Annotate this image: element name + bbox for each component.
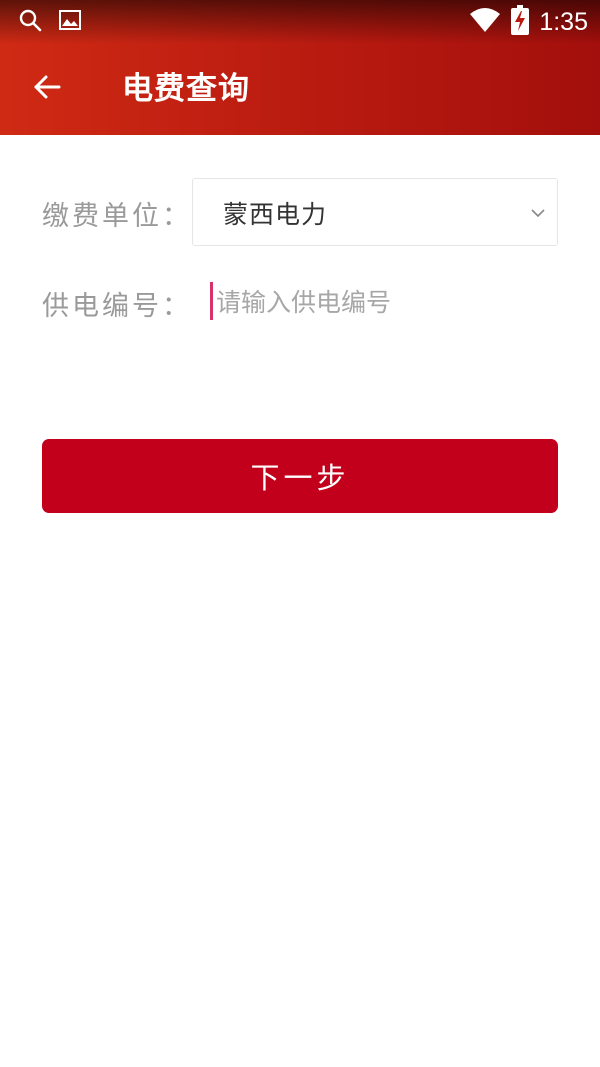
chevron-down-icon — [531, 205, 545, 219]
supply-number-row: 供电编号： — [42, 272, 558, 332]
status-bar-left-icons — [18, 8, 82, 36]
payment-unit-select[interactable]: 蒙西电力 — [192, 178, 558, 246]
status-time: 1:35 — [539, 8, 588, 36]
text-caret — [210, 282, 213, 320]
back-button[interactable] — [22, 64, 72, 114]
payment-unit-row: 缴费单位： 蒙西电力 — [42, 178, 558, 246]
page-title: 电费查询 — [122, 71, 250, 107]
payment-unit-value: 蒙西电力 — [223, 200, 328, 229]
search-icon — [18, 8, 42, 36]
supply-number-label: 供电编号： — [42, 291, 192, 322]
status-bar: 1:35 — [0, 0, 600, 44]
status-bar-right: 1:35 — [469, 5, 588, 39]
next-step-button[interactable]: 下一步 — [42, 439, 558, 513]
supply-number-input[interactable] — [216, 282, 546, 322]
arrow-left-icon — [32, 72, 62, 106]
supply-number-input-wrapper — [210, 282, 556, 322]
wifi-icon — [469, 6, 501, 38]
app-toolbar: 电费查询 — [0, 44, 600, 135]
payment-unit-label: 缴费单位： — [42, 201, 192, 232]
battery-charging-icon — [511, 5, 530, 39]
image-icon — [58, 8, 82, 36]
